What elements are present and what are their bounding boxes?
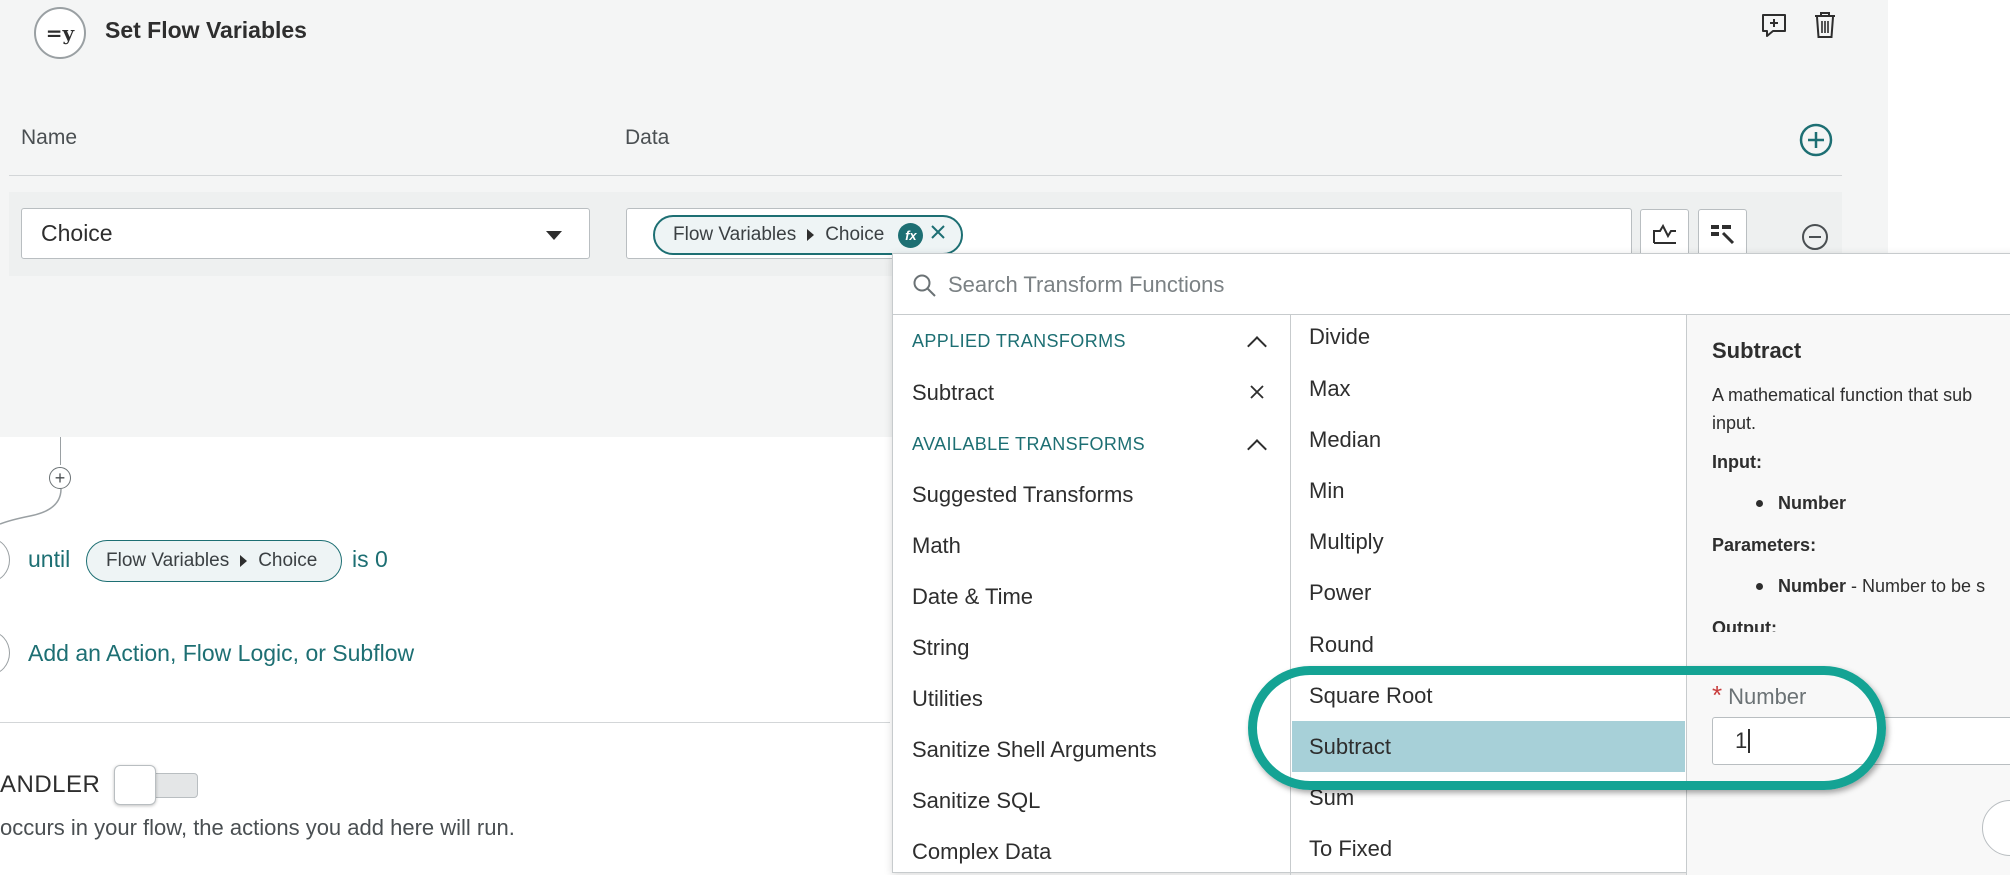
error-handler-label: ANDLER	[0, 771, 101, 798]
pill-label-part2: Choice	[258, 550, 318, 571]
caret-right-icon	[240, 555, 248, 567]
close-icon[interactable]	[929, 223, 947, 247]
applied-transform-item[interactable]: Subtract	[912, 380, 994, 406]
function-item[interactable]: Power	[1292, 567, 1685, 618]
condition-data-pill[interactable]: Flow Variables Choice	[86, 540, 342, 582]
category-item[interactable]: Utilities	[912, 686, 983, 712]
data-pill[interactable]: Flow Variables Choice fx	[653, 215, 963, 255]
category-item[interactable]: String	[912, 635, 969, 661]
category-item[interactable]: Sanitize SQL	[912, 788, 1040, 814]
search-icon	[912, 273, 938, 304]
detail-description-line: A mathematical function that sub	[1712, 385, 1973, 405]
category-item[interactable]: Complex Data	[912, 839, 1051, 865]
detail-parameter-item: Number - Number to be s	[1778, 576, 1985, 597]
function-item[interactable]: Divide	[1292, 311, 1685, 362]
add-comment-icon[interactable]	[1760, 12, 1788, 43]
function-item[interactable]: Median	[1292, 414, 1685, 465]
pill-label-part1: Flow Variables	[673, 224, 797, 245]
parameter-description: - Number to be s	[1846, 576, 1986, 596]
step-title: Set Flow Variables	[105, 17, 307, 43]
function-item[interactable]: Multiply	[1292, 516, 1685, 567]
function-item[interactable]: Min	[1292, 465, 1685, 516]
pill-label-part1: Flow Variables	[106, 550, 230, 571]
fx-badge-icon[interactable]: fx	[898, 222, 924, 248]
column-divider	[1290, 315, 1291, 875]
bullet	[1756, 583, 1763, 590]
remove-transform-icon[interactable]	[1248, 383, 1266, 406]
applied-transforms-header[interactable]: APPLIED TRANSFORMS	[912, 331, 1126, 352]
category-item[interactable]: Date & Time	[912, 584, 1033, 610]
add-action-link[interactable]: Add an Action, Flow Logic, or Subflow	[28, 640, 414, 667]
detail-input-item: Number	[1778, 493, 1847, 513]
flow-node-outline	[0, 631, 10, 675]
available-transforms-header[interactable]: AVAILABLE TRANSFORMS	[912, 434, 1145, 455]
column-header-name: Name	[21, 126, 78, 149]
category-item[interactable]: Sanitize Shell Arguments	[912, 737, 1157, 763]
header-divider	[9, 175, 1842, 176]
section-divider	[0, 722, 890, 723]
search-transform-input[interactable]	[948, 268, 1948, 302]
detail-input-label: Input:	[1712, 452, 1762, 472]
column-divider	[1686, 315, 1687, 875]
flow-connector	[60, 437, 61, 465]
category-item[interactable]: Math	[912, 533, 961, 559]
add-step-icon[interactable]: +	[49, 467, 71, 489]
detail-parameters-label: Parameters:	[1712, 535, 1817, 555]
data-picker-icon	[1710, 224, 1734, 244]
trash-icon[interactable]	[1812, 10, 1838, 45]
category-item[interactable]: Suggested Transforms	[912, 482, 1133, 508]
detail-description: A mathematical function that sub input.	[1712, 381, 2010, 437]
until-label: until	[28, 546, 71, 572]
function-item[interactable]: To Fixed	[1292, 823, 1685, 874]
chevron-down-icon	[546, 231, 562, 240]
add-row-icon[interactable]	[1799, 123, 1833, 162]
detail-description-line: input.	[1712, 413, 1757, 433]
toggle-knob[interactable]	[114, 765, 156, 805]
detail-title: Subtract	[1712, 338, 1802, 363]
flow-connector-curve	[0, 488, 62, 525]
variable-name-select[interactable]: Choice	[21, 208, 590, 259]
function-item[interactable]: Max	[1292, 363, 1685, 414]
data-pill-picker-button[interactable]	[1698, 209, 1747, 258]
error-handler-description: occurs in your flow, the actions you add…	[0, 815, 515, 840]
remove-row-icon[interactable]	[1800, 222, 1830, 257]
transform-icon	[1652, 223, 1676, 244]
set-variable-icon: =y	[34, 7, 86, 59]
flow-node-outline	[0, 538, 10, 582]
column-header-data: Data	[625, 126, 670, 149]
parameter-name: Number	[1778, 576, 1847, 596]
variable-name-value: Choice	[41, 220, 113, 246]
condition-suffix: is 0	[352, 546, 388, 572]
bullet	[1756, 500, 1763, 507]
highlight-annotation	[1248, 666, 1886, 790]
caret-right-icon	[807, 229, 815, 241]
function-item[interactable]: Round	[1292, 619, 1685, 670]
transform-button[interactable]	[1640, 209, 1689, 258]
pill-label-part2: Choice	[825, 224, 885, 245]
detail-output-label: Output:	[1712, 618, 1777, 632]
